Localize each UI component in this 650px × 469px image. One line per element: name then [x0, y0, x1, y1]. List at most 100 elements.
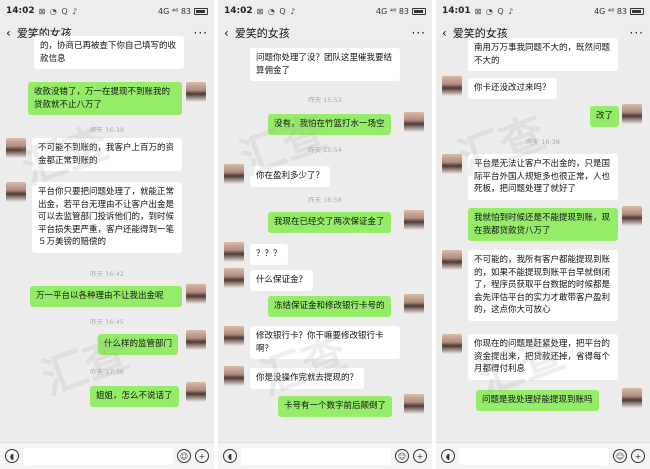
avatar-self[interactable] — [622, 104, 642, 124]
message-bubble: 平台是无法让客户不出金的，只是国际平台外国人规矩多也很正常，人也死板，把问题处理… — [468, 154, 618, 200]
notification-icons: ⊠ ◔ Q ♪ — [474, 6, 515, 16]
voice-icon[interactable]: ◖ — [5, 449, 19, 463]
chat-title: 爱笑的女孩 — [234, 27, 290, 40]
message-bubble: 南用万万事我同题不大的，既然问题不大的 — [468, 38, 618, 71]
message-bubble: 你在盈利多少了？ — [250, 166, 331, 187]
avatar-self[interactable] — [404, 294, 424, 314]
message-bubble: 冻结保证金和修改银行卡号的 — [268, 296, 391, 317]
avatar-self[interactable] — [186, 284, 206, 304]
message-bubble: 收款没错了，万一在提现不到账我的贷款就不止八万了 — [28, 82, 182, 115]
message-bubble: 改了 — [590, 106, 620, 127]
message-received: 问题你处理了没？团队这里催我要结算佣金了 — [250, 48, 400, 81]
more-icon[interactable]: ··· — [194, 26, 208, 40]
message-input[interactable] — [459, 447, 609, 465]
chat-header: ‹ 爱笑的女孩 ··· — [218, 22, 432, 44]
message-received: 不可能的，我所有客户都能提现到账的，如果不能提现到账平台早就倒闭了，程序员获取平… — [468, 250, 618, 321]
message-received: 的，协商已再被查下你自己填写的收款信息 — [34, 36, 184, 69]
plus-icon[interactable]: + — [195, 449, 209, 463]
message-bubble: 没有，我怕在竹篮打水一场空 — [268, 114, 391, 135]
avatar-contact[interactable] — [442, 154, 462, 174]
status-bar: 14:01 ⊠ ◔ Q ♪ 4G ⁴⁶ 83 — [436, 0, 650, 22]
avatar-contact[interactable] — [224, 164, 244, 184]
message-input[interactable] — [241, 447, 391, 465]
message-input[interactable] — [23, 447, 173, 465]
message-received: 不可能不到账的，我客户上百万的资金都正常到账的 — [32, 138, 182, 171]
chat-screenshot-3: 14:01 ⊠ ◔ Q ♪ 4G ⁴⁶ 83 ‹ 爱笑的女孩 ··· 南用万万事… — [436, 0, 650, 469]
timestamp: 昨天 17:38 — [90, 368, 124, 376]
message-bubble: 姐姐，怎么不说话了 — [90, 386, 179, 407]
more-icon[interactable]: ··· — [412, 26, 426, 40]
avatar-contact[interactable] — [224, 366, 244, 386]
timestamp: 昨天 16:58 — [308, 196, 342, 204]
emoji-icon[interactable]: ☺ — [395, 449, 409, 463]
message-received: 平台是无法让客户不出金的，只是国际平台外国人规矩多也很正常，人也死板，把问题处理… — [468, 154, 618, 200]
message-sent: 冻结保证金和修改银行卡号的 — [268, 296, 391, 317]
more-icon[interactable]: ··· — [630, 26, 644, 40]
message-bubble: 的，协商已再被查下你自己填写的收款信息 — [34, 36, 184, 69]
status-right: 4G ⁴⁶ 83 — [594, 7, 644, 16]
back-icon[interactable]: ‹ — [442, 26, 447, 40]
avatar-contact[interactable] — [224, 242, 244, 262]
message-list: 南用万万事我同题不大的，既然问题不大的 你卡还没改过来吗？ 改了 昨天 16:3… — [436, 38, 650, 442]
signal-icon: 4G ⁴⁶ 83 — [158, 6, 191, 16]
status-bar: 14:02 ⊠ ◔ Q ♪ 4G ⁴⁶ 83 — [0, 0, 214, 22]
plus-icon[interactable]: + — [413, 449, 427, 463]
avatar-contact[interactable] — [6, 182, 26, 202]
message-sent: 什么样的监管部门 — [98, 334, 179, 355]
avatar-contact[interactable] — [442, 334, 462, 354]
battery-icon — [630, 7, 644, 15]
signal-icon: 4G ⁴⁶ 83 — [594, 6, 627, 16]
status-time: 14:02 — [6, 6, 35, 16]
avatar-self[interactable] — [186, 382, 206, 402]
avatar-self[interactable] — [186, 82, 206, 102]
message-bubble: 什么样的监管部门 — [98, 334, 179, 355]
status-time: 14:01 — [442, 6, 471, 16]
message-bubble: 我就怕到时候还是不能提现到账，现在我都贷款贷八万了 — [468, 208, 618, 241]
timestamp: 昨天 16:39 — [90, 126, 124, 134]
message-sent: 姐姐，怎么不说话了 — [90, 386, 179, 407]
message-bubble: 我现在已经交了两次保证金了 — [268, 212, 391, 233]
avatar-contact[interactable] — [6, 138, 26, 158]
emoji-icon[interactable]: ☺ — [613, 449, 627, 463]
message-bubble: 什么保证金？ — [250, 270, 314, 291]
message-sent: 改了 — [590, 106, 620, 127]
voice-icon[interactable]: ◖ — [223, 449, 237, 463]
emoji-icon[interactable]: ☺ — [177, 449, 191, 463]
chat-screenshot-1: 14:02 ⊠ ◔ Q ♪ 4G ⁴⁶ 83 ‹ 爱笑的女孩 ··· 的，协商已… — [0, 0, 214, 469]
back-icon[interactable]: ‹ — [6, 26, 11, 40]
message-sent: 收款没错了，万一在提现不到账我的贷款就不止八万了 — [28, 82, 182, 115]
avatar-contact[interactable] — [442, 250, 462, 270]
chat-screenshot-2: 14:02 ⊠ ◔ Q ♪ 4G ⁴⁶ 83 ‹ 爱笑的女孩 ··· 问题你处理… — [218, 0, 432, 469]
message-bubble: 修改银行卡？你干嘛要修改银行卡啊？ — [250, 326, 400, 359]
status-bar: 14:02 ⊠ ◔ Q ♪ 4G ⁴⁶ 83 — [218, 0, 432, 22]
avatar-self[interactable] — [404, 394, 424, 414]
timestamp: 昨天 16:42 — [90, 270, 124, 278]
message-bubble: 万一平台以各种理由不让我出金呢 — [30, 286, 182, 307]
voice-icon[interactable]: ◖ — [441, 449, 455, 463]
status-time: 14:02 — [224, 6, 253, 16]
avatar-self[interactable] — [186, 330, 206, 350]
avatar-contact[interactable] — [224, 268, 244, 288]
message-received: 你卡还没改过来吗？ — [468, 78, 557, 99]
message-received: 你是没操作完就去提现的？ — [250, 368, 365, 389]
message-received: 你在盈利多少了？ — [250, 166, 331, 187]
back-icon[interactable]: ‹ — [224, 26, 229, 40]
message-sent: 卡号有一个数字前后颠倒了 — [278, 396, 393, 417]
avatar-contact[interactable] — [224, 326, 244, 346]
avatar-self[interactable] — [622, 388, 642, 408]
avatar-self[interactable] — [404, 210, 424, 230]
avatar-self[interactable] — [404, 112, 424, 132]
message-bubble: 不可能的，我所有客户都能提现到账的，如果不能提现到账平台早就倒闭了，程序员获取平… — [468, 250, 618, 321]
input-bar: ◖ ☺ + — [0, 442, 214, 469]
avatar-self[interactable] — [622, 206, 642, 226]
message-sent: 我就怕到时候还是不能提现到账，现在我都贷款贷八万了 — [468, 208, 618, 241]
message-bubble: 问题你处理了没？团队这里催我要结算佣金了 — [250, 48, 400, 81]
avatar-contact[interactable] — [442, 76, 462, 96]
plus-icon[interactable]: + — [631, 449, 645, 463]
message-sent: 万一平台以各种理由不让我出金呢 — [30, 286, 182, 307]
status-right: 4G ⁴⁶ 83 — [158, 7, 208, 16]
message-received: 修改银行卡？你干嘛要修改银行卡啊？ — [250, 326, 400, 359]
timestamp: 昨天 16:45 — [90, 318, 124, 326]
input-bar: ◖ ☺ + — [218, 442, 432, 469]
message-bubble: 问题是我处理好能提现到账吗 — [476, 390, 599, 411]
